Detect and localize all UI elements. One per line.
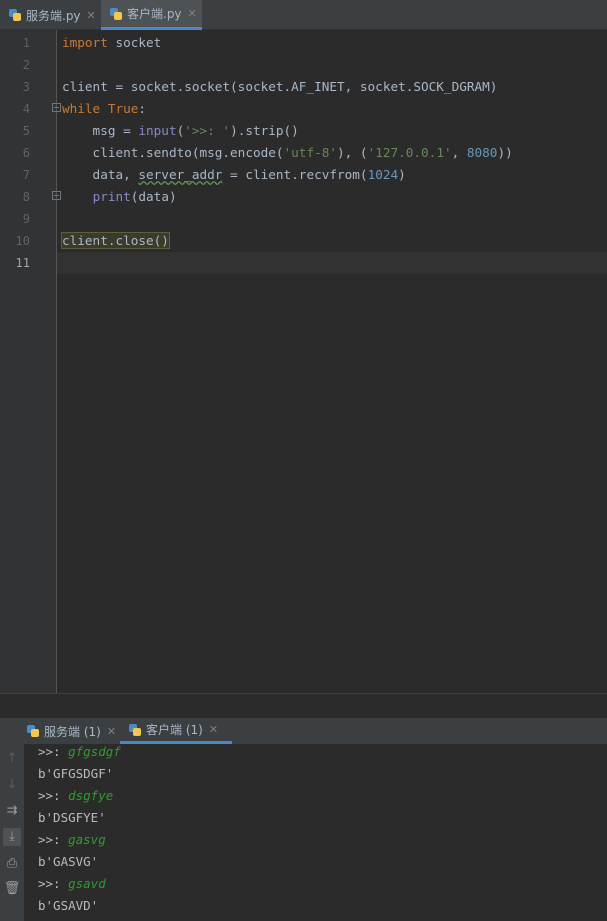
line-number: 4 bbox=[22, 102, 30, 116]
run-tab-label: 客户端 (1) bbox=[146, 723, 203, 737]
print-icon[interactable]: ⎙ bbox=[3, 855, 21, 873]
console-input-line: >>: dsgfye bbox=[38, 788, 114, 803]
tab-client-file[interactable]: 客户端.py ✕ bbox=[101, 0, 202, 30]
scroll-to-end-icon[interactable]: ⤓ bbox=[3, 828, 21, 846]
code-line-7: data, server_addr = client.recvfrom(1024… bbox=[62, 167, 406, 182]
console-input-line: >>: gsavd bbox=[38, 876, 106, 891]
close-icon[interactable]: ✕ bbox=[188, 7, 197, 20]
console-toolbar: ↑ ↓ ⇉ ⤓ ⎙ 🗑 bbox=[0, 744, 24, 921]
run-tab-label: 服务端 (1) bbox=[44, 724, 101, 739]
code-line-8: print(data) bbox=[92, 189, 177, 204]
close-icon[interactable]: ✕ bbox=[87, 9, 96, 22]
code-line-4: while True: bbox=[62, 101, 147, 116]
line-number: 2 bbox=[22, 58, 30, 72]
line-number: 3 bbox=[22, 80, 30, 94]
line-number: 10 bbox=[15, 234, 30, 248]
console-input-line: >>: gasvg bbox=[38, 832, 106, 847]
close-icon[interactable]: ✕ bbox=[209, 723, 218, 736]
down-arrow-icon[interactable]: ↓ bbox=[3, 776, 21, 794]
line-number: 5 bbox=[22, 124, 30, 138]
code-line-5: msg = input('>>: ').strip() bbox=[62, 123, 299, 138]
tab-server-file[interactable]: 服务端.py ✕ bbox=[0, 0, 100, 30]
line-number: 7 bbox=[22, 168, 30, 182]
tab-label: 服务端.py bbox=[26, 8, 81, 23]
console-input-line: >>: gfgsdgf bbox=[38, 744, 121, 759]
python-file-icon bbox=[8, 8, 22, 22]
fold-icon[interactable] bbox=[52, 103, 61, 112]
up-arrow-icon[interactable]: ↑ bbox=[3, 750, 21, 768]
python-file-icon bbox=[128, 723, 142, 737]
console-output-line: b'GFGSDGF' bbox=[38, 766, 114, 781]
code-line-10: client.close() bbox=[61, 232, 170, 249]
trash-icon[interactable]: 🗑 bbox=[3, 880, 21, 898]
code-line-6: client.sendto(msg.encode('utf-8'), ('127… bbox=[62, 145, 513, 160]
console-output-line: b'GSAVD' bbox=[38, 898, 99, 913]
editor-tab-bar: 服务端.py ✕ 客户端.py ✕ bbox=[0, 0, 607, 30]
python-file-icon bbox=[26, 724, 40, 738]
run-tab-client[interactable]: 客户端 (1) ✕ bbox=[120, 718, 232, 744]
current-line-highlight bbox=[57, 252, 607, 274]
tab-label: 客户端.py bbox=[127, 7, 182, 21]
line-number: 1 bbox=[22, 36, 30, 50]
console-output-line: b'DSGFYE' bbox=[38, 810, 106, 825]
close-icon[interactable]: ✕ bbox=[107, 725, 116, 738]
line-number: 8 bbox=[22, 190, 30, 204]
console-output-line: b'GASVG' bbox=[38, 854, 99, 869]
line-gutter: 1 2 3 4 5 6 7 8 9 10 11 bbox=[0, 30, 61, 693]
soft-wrap-icon[interactable]: ⇉ bbox=[3, 802, 21, 820]
line-number: 9 bbox=[22, 212, 30, 226]
line-number: 6 bbox=[22, 146, 30, 160]
code-line-1: import socket bbox=[62, 35, 162, 50]
code-line-3: client = socket.socket(socket.AF_INET, s… bbox=[62, 79, 498, 94]
panel-separator[interactable] bbox=[0, 693, 607, 718]
code-editor[interactable]: 1 2 3 4 5 6 7 8 9 10 11 import socket cl… bbox=[0, 30, 607, 693]
python-file-icon bbox=[109, 7, 123, 21]
run-console[interactable]: ↑ ↓ ⇉ ⤓ ⎙ 🗑 >>: gfgsdgf b'GFGSDGF' >>: d… bbox=[0, 744, 607, 921]
fold-icon[interactable] bbox=[52, 191, 61, 200]
line-number: 11 bbox=[15, 256, 30, 270]
